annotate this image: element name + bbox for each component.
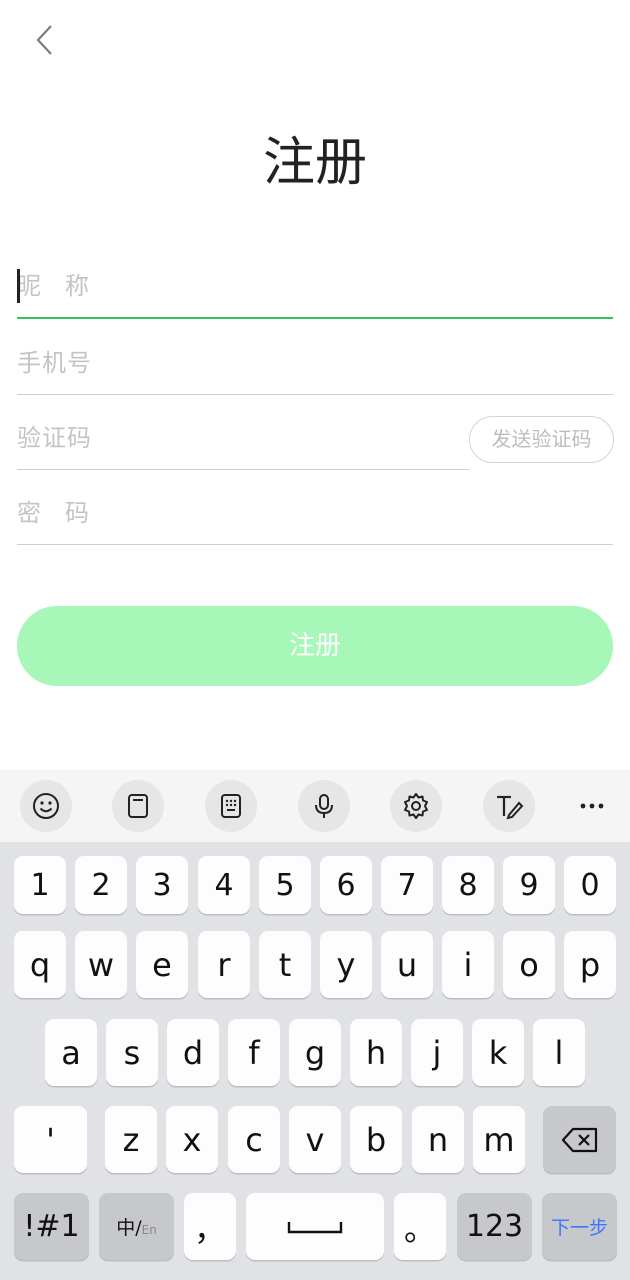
settings-button[interactable] [390, 780, 442, 832]
period-key[interactable]: 。 [394, 1193, 446, 1260]
key-g[interactable]: g [289, 1019, 341, 1086]
key-y[interactable]: y [320, 931, 372, 998]
next-key[interactable]: 下一步 [542, 1193, 617, 1260]
language-switch-key[interactable]: 中/En [99, 1193, 174, 1260]
page-title: 注册 [262, 133, 367, 193]
key-a[interactable]: a [45, 1019, 97, 1086]
more-dots-icon [580, 803, 604, 809]
key-o[interactable]: o [503, 931, 555, 998]
key-d[interactable]: d [167, 1019, 219, 1086]
key-h[interactable]: h [350, 1019, 402, 1086]
key-f[interactable]: f [228, 1019, 280, 1086]
key-5[interactable]: 5 [259, 856, 311, 914]
lang-zh-label: 中/ [116, 1217, 142, 1239]
handwriting-button[interactable] [483, 780, 535, 832]
back-button[interactable] [26, 20, 66, 60]
clipboard-icon [128, 794, 148, 818]
keypad-button[interactable] [205, 780, 257, 832]
key-6[interactable]: 6 [320, 856, 372, 914]
phone-field[interactable]: 手机号 [17, 337, 613, 395]
code-field[interactable]: 验证码 [17, 412, 469, 470]
key-z[interactable]: z [105, 1106, 157, 1173]
phone-placeholder: 手机号 [17, 349, 92, 377]
space-key[interactable] [246, 1193, 384, 1260]
key-3[interactable]: 3 [136, 856, 188, 914]
backspace-key[interactable] [543, 1106, 616, 1173]
key-w[interactable]: w [75, 931, 127, 998]
keypad-icon [221, 794, 241, 818]
key-n[interactable]: n [412, 1106, 464, 1173]
clipboard-button[interactable] [112, 780, 164, 832]
key-m[interactable]: m [473, 1106, 525, 1173]
key-u[interactable]: u [381, 931, 433, 998]
key-k[interactable]: k [472, 1019, 524, 1086]
key-8[interactable]: 8 [442, 856, 494, 914]
nickname-field[interactable]: 昵称 [17, 261, 613, 319]
password-field[interactable]: 密码 [17, 487, 613, 545]
microphone-icon [315, 794, 333, 818]
key-v[interactable]: v [289, 1106, 341, 1173]
key-q[interactable]: q [14, 931, 66, 998]
numbers-key[interactable]: 123 [457, 1193, 532, 1260]
gear-icon [404, 793, 428, 819]
key-x[interactable]: x [166, 1106, 218, 1173]
key-i[interactable]: i [442, 931, 494, 998]
key-j[interactable]: j [411, 1019, 463, 1086]
space-bar-icon [287, 1221, 343, 1233]
key-0[interactable]: 0 [564, 856, 616, 914]
key-4[interactable]: 4 [198, 856, 250, 914]
text-pen-icon [497, 795, 524, 820]
key-2[interactable]: 2 [75, 856, 127, 914]
key-t[interactable]: t [259, 931, 311, 998]
password-placeholder: 密码 [17, 499, 113, 527]
symbols-key[interactable]: !#1 [14, 1193, 89, 1260]
key-7[interactable]: 7 [381, 856, 433, 914]
key-e[interactable]: e [136, 931, 188, 998]
emoji-button[interactable] [20, 780, 72, 832]
key-apostrophe[interactable]: ' [14, 1106, 87, 1173]
comma-key[interactable]: ， [184, 1193, 236, 1260]
soft-keyboard: 1 2 3 4 5 6 7 8 9 0 q w e r t y u i o p … [0, 842, 630, 1280]
key-b[interactable]: b [350, 1106, 402, 1173]
backspace-icon [561, 1127, 597, 1152]
key-s[interactable]: s [106, 1019, 158, 1086]
code-placeholder: 验证码 [17, 424, 92, 452]
key-p[interactable]: p [564, 931, 616, 998]
key-r[interactable]: r [198, 931, 250, 998]
chevron-left-icon [36, 25, 52, 55]
nickname-placeholder: 昵称 [17, 272, 113, 300]
voice-button[interactable] [298, 780, 350, 832]
key-l[interactable]: l [533, 1019, 585, 1086]
key-c[interactable]: c [228, 1106, 280, 1173]
text-caret [17, 269, 20, 303]
more-button[interactable] [566, 780, 618, 832]
register-button[interactable]: 注册 [17, 606, 613, 686]
key-1[interactable]: 1 [14, 856, 66, 914]
lang-en-label: En [141, 1222, 157, 1237]
send-code-button[interactable]: 发送验证码 [469, 416, 614, 463]
keyboard-toolbar [0, 770, 630, 842]
key-9[interactable]: 9 [503, 856, 555, 914]
emoji-icon [33, 793, 59, 819]
